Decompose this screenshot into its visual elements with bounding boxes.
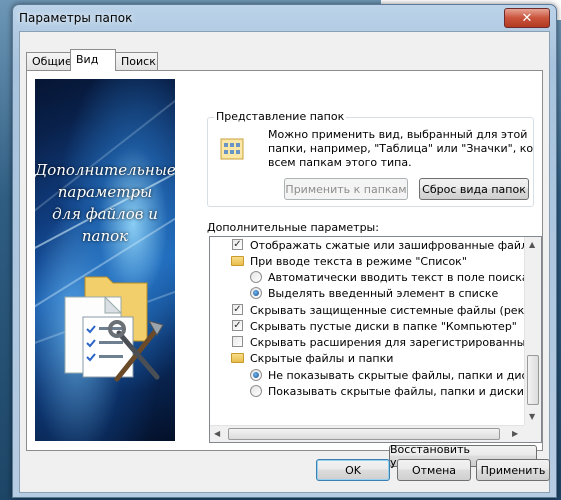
view-tab-panel: Дополнительные параметры для файлов и па…: [26, 70, 543, 469]
cancel-button[interactable]: Отмена: [397, 459, 471, 481]
folder-icon: [231, 353, 244, 363]
list-item-label: Скрывать защищенные системные файлы (рек…: [250, 304, 526, 317]
vertical-scroll-thumb[interactable]: [527, 355, 539, 405]
checkbox[interactable]: ✓: [232, 239, 243, 250]
advanced-settings-list[interactable]: ✓ Отображать сжатые или зашифрованные фа…: [209, 236, 542, 443]
folder-settings-icon: [64, 276, 164, 382]
ok-button[interactable]: OK: [316, 459, 390, 481]
reset-folders-button[interactable]: Сброс вида папок: [419, 178, 529, 200]
scroll-up-icon[interactable]: ▲: [529, 240, 535, 249]
side-banner-line: папок: [81, 227, 129, 245]
tab-view[interactable]: Вид: [70, 49, 116, 71]
side-banner-line: Дополнительные: [35, 161, 175, 179]
folder-views-group: Представление папок Можно применить вид,…: [207, 110, 534, 207]
list-item-label: Автоматически вводить текст в поле поиск…: [268, 271, 526, 284]
radio-button-selected[interactable]: [250, 287, 262, 299]
apply-button[interactable]: Применить: [476, 459, 550, 481]
list-item-label: Отображать сжатые или зашифрованные файл…: [250, 239, 526, 252]
close-icon: ✕: [521, 10, 533, 26]
advanced-settings-rows: ✓ Отображать сжатые или зашифрованные фа…: [210, 237, 526, 425]
tab-general[interactable]: Общие: [26, 52, 72, 70]
scroll-down-icon[interactable]: ▼: [529, 412, 535, 421]
list-item-label: При вводе текста в режиме "Список": [250, 255, 467, 268]
side-banner-image: Дополнительные параметры для файлов и па…: [35, 79, 175, 441]
scroll-corner: [524, 425, 541, 442]
side-banner-line: для файлов и: [52, 205, 158, 223]
checkbox[interactable]: ✓: [232, 320, 243, 331]
folder-views-title: Представление папок: [214, 110, 347, 123]
radio-button[interactable]: [250, 385, 262, 397]
radio-button[interactable]: [250, 271, 262, 283]
list-item-label: Выделять введенный элемент в списке: [268, 287, 499, 300]
list-item-label: Скрытые файлы и папки: [250, 352, 394, 365]
list-item-label: Показывать скрытые файлы, папки и диски: [268, 385, 524, 398]
checkbox[interactable]: [232, 336, 243, 347]
dialog-client-area: Общие Вид Поиск Дополнительные параметры…: [19, 31, 550, 493]
horizontal-scroll-thumb[interactable]: [228, 428, 500, 440]
apply-to-folders-button[interactable]: Применить к папкам: [284, 178, 408, 200]
list-item-label: Не показывать скрытые файлы, папки и дис…: [268, 369, 526, 382]
tab-search[interactable]: Поиск: [115, 52, 158, 70]
folder-icon: [231, 256, 244, 266]
title-bar[interactable]: Параметры папок ✕: [13, 5, 556, 31]
folder-views-description: Можно применить вид, выбранный для этой …: [268, 128, 534, 169]
horizontal-scrollbar[interactable]: ◀ ▶: [210, 425, 526, 442]
side-banner-title: Дополнительные параметры для файлов и па…: [35, 159, 175, 247]
vertical-scrollbar[interactable]: ▲ ▼: [524, 237, 541, 425]
list-item-label: Скрывать пустые диски в папке "Компьютер…: [250, 320, 517, 333]
checkbox[interactable]: ✓: [232, 304, 243, 315]
window-title: Параметры папок: [19, 11, 133, 25]
list-item-label: Скрывать расширения для зарегистрированн…: [250, 336, 526, 349]
radio-button-selected[interactable]: [250, 369, 262, 381]
scroll-right-icon[interactable]: ▶: [512, 429, 518, 438]
folder-options-dialog: Параметры папок ✕ Общие Вид Поиск Дополн…: [12, 4, 557, 498]
side-banner-line: параметры: [57, 183, 153, 201]
folder-view-icon: [220, 138, 244, 160]
scroll-left-icon[interactable]: ◀: [214, 429, 220, 438]
advanced-settings-label: Дополнительные параметры:: [207, 221, 379, 234]
close-button[interactable]: ✕: [504, 8, 550, 28]
